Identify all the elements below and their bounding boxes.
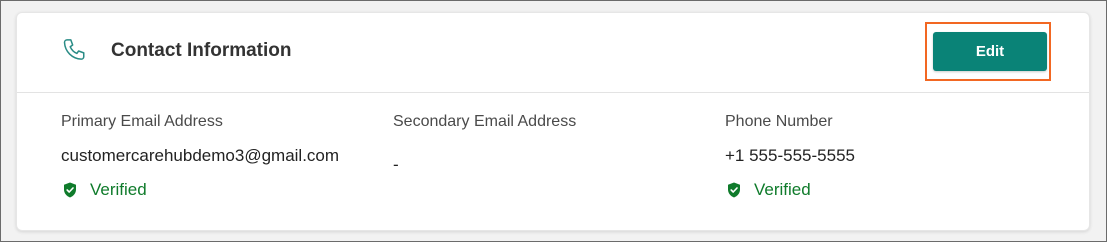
phone-number-field: Phone Number +1 555-555-5555 Verified bbox=[725, 113, 855, 200]
secondary-email-field: Secondary Email Address - bbox=[393, 113, 576, 175]
card-title: Contact Information bbox=[111, 40, 292, 61]
primary-email-verified-badge: Verified bbox=[61, 180, 339, 200]
contact-information-card: Contact Information Edit Primary Email A… bbox=[16, 12, 1090, 231]
secondary-email-value: - bbox=[393, 155, 399, 174]
phone-icon bbox=[63, 39, 85, 60]
screenshot-frame: Contact Information Edit Primary Email A… bbox=[0, 0, 1107, 242]
phone-verified-badge: Verified bbox=[725, 180, 855, 200]
card-header: Contact Information Edit bbox=[17, 13, 1089, 93]
primary-email-verified-text: Verified bbox=[90, 180, 147, 199]
phone-number-value: +1 555-555-5555 bbox=[725, 146, 855, 165]
primary-email-value: customercarehubdemo3@gmail.com bbox=[61, 146, 340, 165]
edit-button[interactable]: Edit bbox=[933, 32, 1047, 71]
primary-email-label: Primary Email Address bbox=[61, 113, 223, 130]
secondary-email-label: Secondary Email Address bbox=[393, 113, 577, 130]
primary-email-field: Primary Email Address customercarehubdem… bbox=[61, 113, 339, 200]
phone-verified-text: Verified bbox=[754, 180, 811, 199]
phone-number-label: Phone Number bbox=[725, 113, 833, 130]
shield-check-icon bbox=[728, 182, 740, 198]
shield-check-icon bbox=[64, 182, 76, 198]
